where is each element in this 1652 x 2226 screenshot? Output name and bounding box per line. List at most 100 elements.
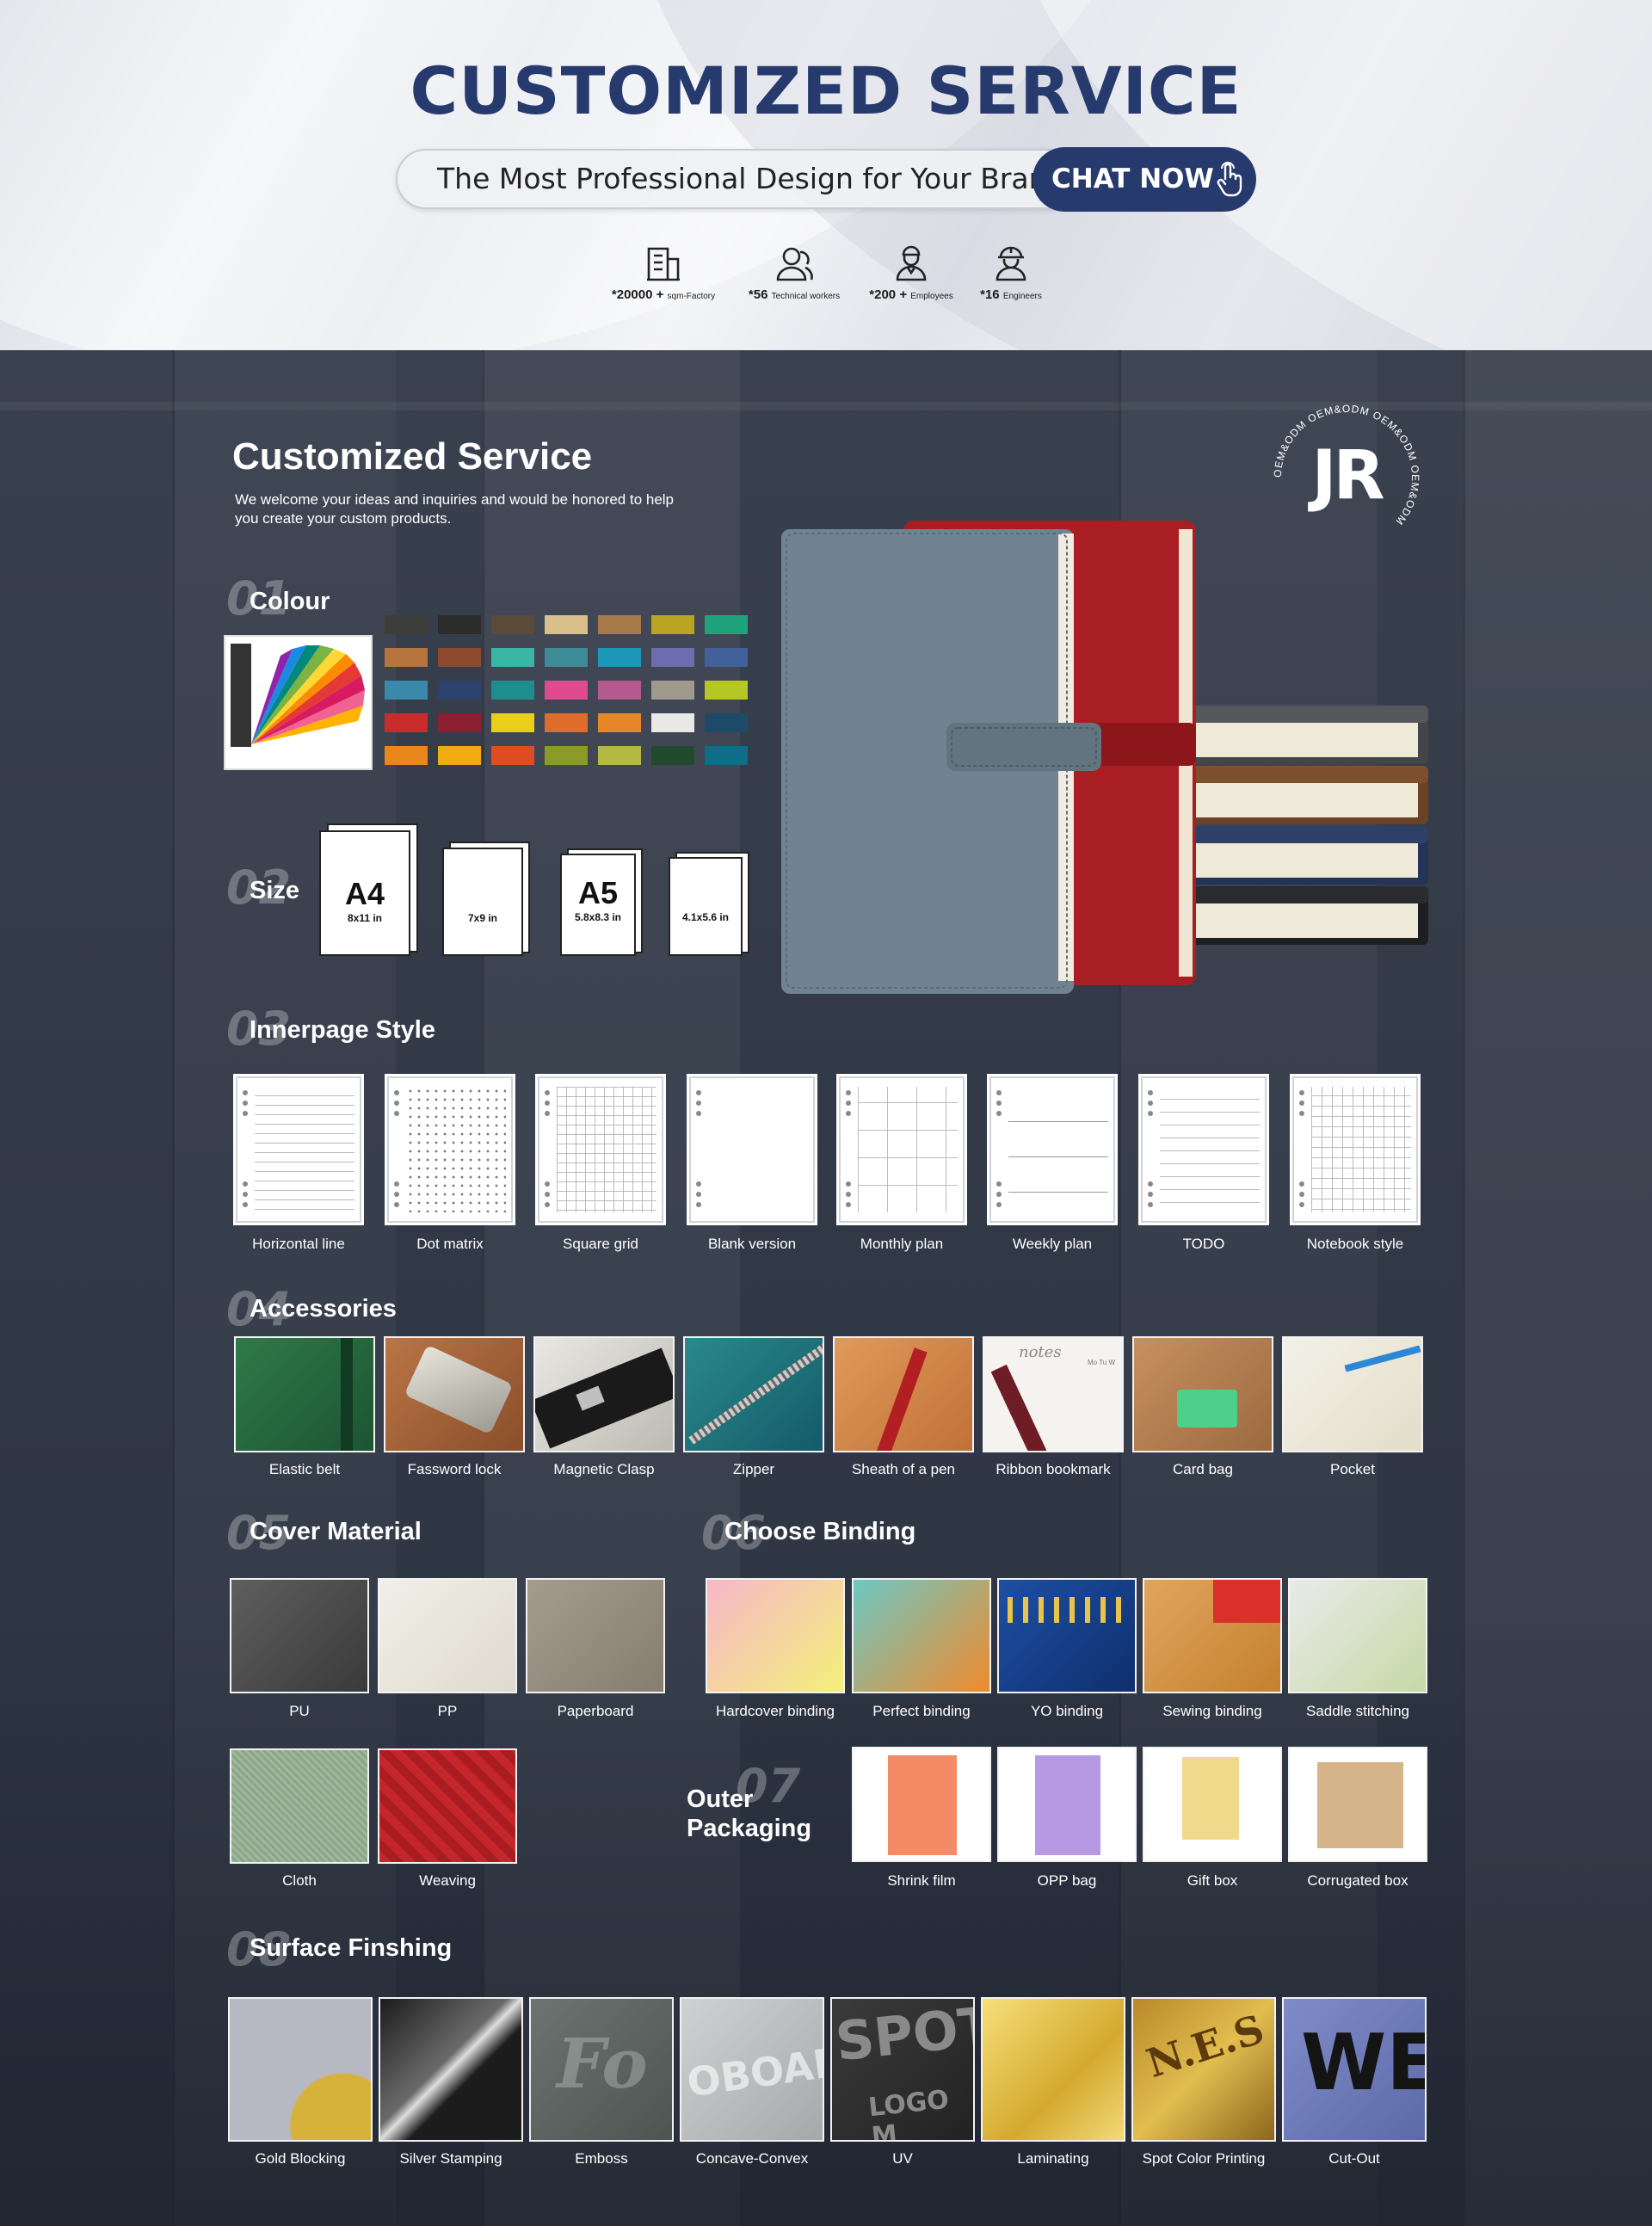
colour-swatch [491, 713, 534, 732]
binder-hole-icon [1299, 1192, 1304, 1197]
binder-hole-icon [996, 1090, 1002, 1095]
colour-swatch [598, 746, 641, 765]
gift-box [1182, 1757, 1239, 1840]
surface-gold-blocking-image [228, 1997, 373, 2142]
binder-hole-icon [545, 1202, 550, 1207]
packaging-opp-bag-image [997, 1747, 1137, 1862]
colour-swatch [438, 615, 481, 634]
colour-swatch [598, 648, 641, 667]
cover-label: Paperboard [557, 1703, 634, 1719]
binder-hole-icon [1148, 1101, 1153, 1106]
page-pattern [858, 1087, 958, 1212]
colour-swatch [385, 713, 428, 732]
binder-hole-icon [243, 1192, 248, 1197]
yo-rings [1008, 1597, 1128, 1623]
section-title-cover: Cover Material [250, 1518, 422, 1545]
chat-now-button[interactable]: CHAT NOW [1032, 147, 1256, 212]
size-card-dimensions: 8x11 in [347, 912, 383, 924]
surface-emboss-image: Fo [529, 1997, 674, 2142]
page-pattern [1008, 1087, 1108, 1212]
binding-sewing-image [1143, 1578, 1282, 1693]
binder-hole-icon [394, 1090, 399, 1095]
binder-hole-icon [545, 1111, 550, 1116]
binder-hole-icon [394, 1111, 399, 1116]
stat-engineers: *16 Engineers [946, 244, 1076, 305]
cover-label: Weaving [419, 1872, 476, 1889]
binder-hole-icon [996, 1101, 1002, 1106]
accessory-elastic-belt-image [234, 1336, 375, 1452]
binder-hole-icon [545, 1090, 550, 1095]
colour-swatch [438, 681, 481, 700]
cutout-sample-text: WE [1301, 2018, 1427, 2108]
stat-factory: *20000 + sqm-Factory [599, 244, 728, 305]
colour-swatch [705, 713, 748, 732]
colour-swatch [598, 615, 641, 634]
emboss-sample-text: Fo [557, 2023, 648, 2104]
lock-hardware [404, 1344, 514, 1435]
spot-sample-text: N.E.S [1141, 2005, 1270, 2087]
packaging-corrugated-box-image [1288, 1747, 1427, 1862]
surface-uv-image: SPOT LOGO M [830, 1997, 975, 2142]
innerpage-card [689, 1076, 815, 1223]
innerpage-card [989, 1076, 1115, 1223]
surface-concave-convex-image: OBOAR [680, 1997, 824, 2142]
surface-spot-color-image: N.E.S [1131, 1997, 1276, 2142]
notebooks-illustration [774, 516, 1437, 998]
colour-swatch [598, 681, 641, 700]
surface-cut-out-image: WE [1282, 1997, 1427, 2142]
binder-hole-icon [996, 1202, 1002, 1207]
badge-logo-text: JR [1311, 437, 1384, 515]
binder-hole-icon [696, 1090, 701, 1095]
binder-hole-icon [846, 1111, 851, 1116]
innerpage-card [1141, 1076, 1267, 1223]
binder-hole-icon [1299, 1101, 1304, 1106]
page-pattern [406, 1087, 506, 1212]
packaging-label: Corrugated box [1307, 1872, 1409, 1889]
colour-swatch [545, 681, 588, 700]
binder-hole-icon [696, 1202, 701, 1207]
colour-swatch [491, 648, 534, 667]
size-card-name: A5 [577, 875, 619, 910]
factory-icon [647, 247, 680, 281]
binder-hole-icon [996, 1181, 1002, 1187]
cover-pp-image [378, 1578, 517, 1693]
accessory-label: Pocket [1330, 1461, 1375, 1477]
binder-hole-icon [545, 1181, 550, 1187]
binder-hole-icon [1299, 1111, 1304, 1116]
colour-swatch [385, 681, 428, 700]
colour-swatch [385, 746, 428, 765]
stat-unit: Technical workers [771, 292, 841, 301]
binder-hole-icon [1148, 1202, 1153, 1207]
section-title-innerpage: Innerpage Style [250, 1016, 435, 1044]
colour-swatch [651, 681, 694, 700]
binder-hole-icon [846, 1192, 851, 1197]
colour-swatch [438, 648, 481, 667]
binding-yo-image [997, 1578, 1137, 1693]
stat-value: *20000 + [611, 287, 664, 302]
section-title-packaging-line2: Packaging [687, 1815, 812, 1842]
binder-hole-icon [1148, 1111, 1153, 1116]
binder-hole-icon [1299, 1090, 1304, 1095]
binder-hole-icon [1148, 1181, 1153, 1187]
accessory-password-lock-image [384, 1336, 525, 1452]
colour-swatch [545, 746, 588, 765]
page-pattern [255, 1087, 354, 1212]
ribbon [990, 1364, 1047, 1451]
binding-perfect-image [852, 1578, 991, 1693]
binder-hole-icon [394, 1192, 399, 1197]
binder-hole-icon [243, 1181, 248, 1187]
concave-sample-text: OBOAR [684, 2038, 824, 2106]
accessory-magnetic-clasp-image [533, 1336, 675, 1452]
section-title-binding: Choose Binding [724, 1518, 916, 1545]
section-title-packaging-line1: Outer [687, 1785, 754, 1813]
stat-unit: sqm-Factory [667, 292, 716, 301]
binder-hole-icon [996, 1192, 1002, 1197]
surface-laminating-image [981, 1997, 1125, 2142]
size-card-dimensions: 5.8x8.3 in [574, 911, 622, 923]
innerpage-card [839, 1076, 965, 1223]
cover-paperboard-image [526, 1578, 665, 1693]
stat-value: *16 [980, 287, 1000, 302]
binder-hole-icon [1299, 1181, 1304, 1187]
binding-saddle-image [1288, 1578, 1427, 1693]
section-title-surface: Surface Finshing [250, 1934, 453, 1962]
